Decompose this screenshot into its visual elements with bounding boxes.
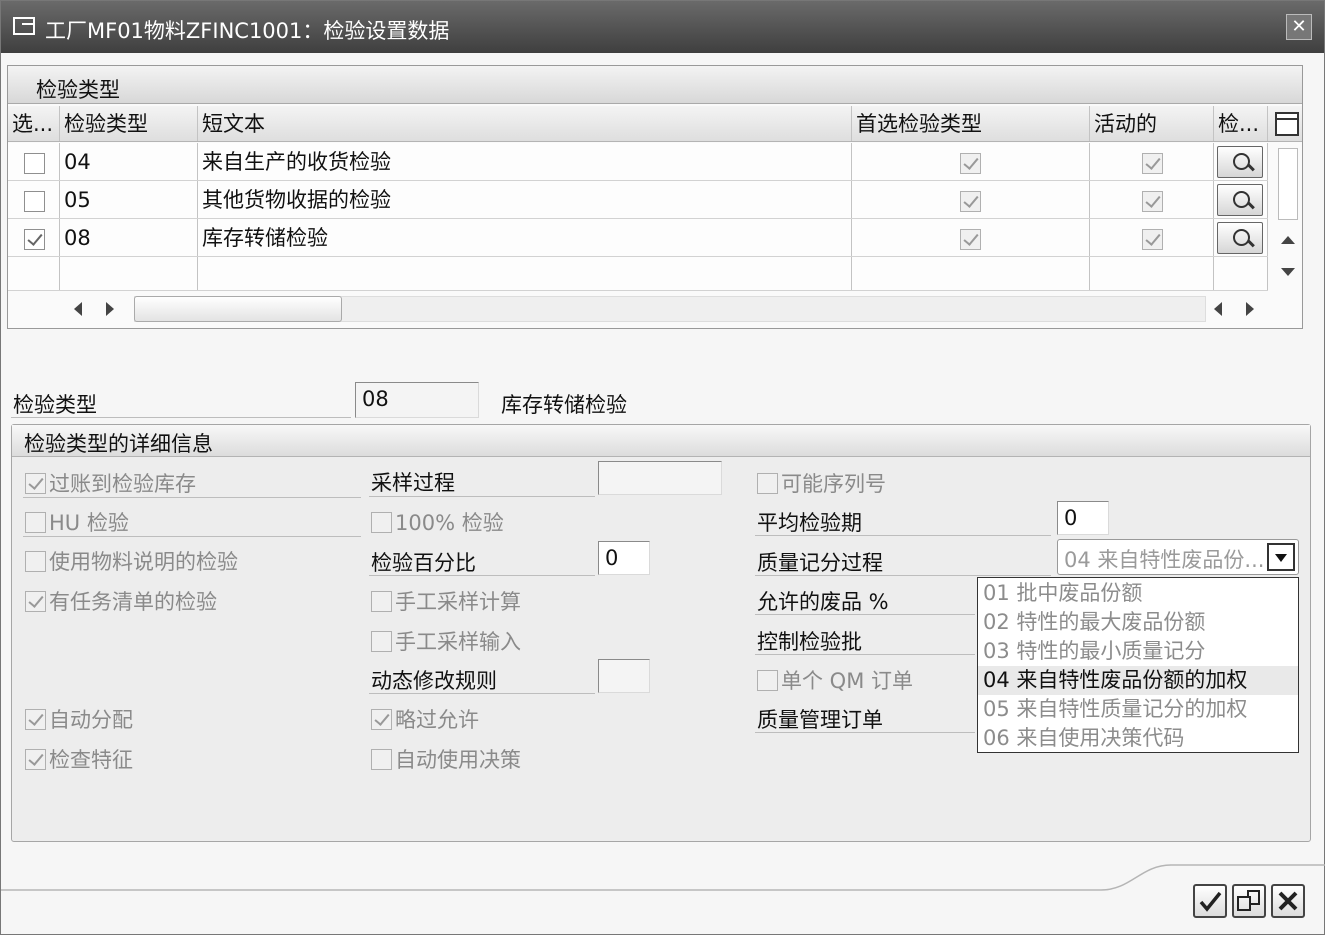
row-select-checkbox[interactable] <box>24 190 45 212</box>
row-select-checkbox[interactable] <box>24 152 45 174</box>
auto-assignment-checkbox: 自动分配 <box>25 704 133 734</box>
dropdown-option[interactable]: 02 特性的最大废品份额 <box>978 608 1298 637</box>
table-row[interactable]: 08 库存转储检验 <box>8 219 1268 257</box>
dropdown-option[interactable]: 05 来自特性质量记分的加权 <box>978 695 1298 724</box>
post-to-inspection-stock-checkbox: 过账到检验库存 <box>25 468 196 498</box>
row-active-checkbox <box>1142 152 1163 174</box>
window-icon <box>13 17 35 35</box>
selected-type-description: 库存转储检验 <box>501 393 627 417</box>
qm-order-label: 质量管理订单 <box>757 708 883 732</box>
horizontal-scroll-thumb[interactable] <box>134 296 342 322</box>
inspection-percent-label: 检验百分比 <box>371 551 476 575</box>
chevron-down-icon[interactable] <box>1267 543 1295 571</box>
row-type: 08 <box>60 219 198 256</box>
close-icon[interactable]: ✕ <box>1286 14 1312 40</box>
quality-score-dropdown[interactable]: 04 来自特性废品份... <box>1057 539 1299 575</box>
checkmark-icon <box>1199 891 1222 912</box>
task-list-inspection-checkbox: 有任务清单的检验 <box>25 586 217 616</box>
manual-sample-entry-checkbox: 手工采样输入 <box>371 626 521 656</box>
quality-score-option-list: 01 批中废品份额 02 特性的最大废品份额 03 特性的最小质量记分 04 来… <box>977 577 1299 753</box>
copy-icon <box>1237 890 1260 911</box>
full-inspection-checkbox: 100% 检验 <box>371 507 504 537</box>
single-qm-order-checkbox: 单个 QM 订单 <box>757 665 913 695</box>
dropdown-option[interactable]: 03 特性的最小质量记分 <box>978 637 1298 666</box>
allowed-scrap-label: 允许的废品 % <box>757 590 889 614</box>
selected-type-label: 检验类型 <box>13 393 97 417</box>
dynamic-rule-field[interactable] <box>598 659 650 693</box>
column-header-inspect[interactable]: 检... <box>1214 106 1268 141</box>
window-title: 工厂MF01物料ZFINC1001：检验设置数据 <box>45 19 450 43</box>
column-header-select[interactable]: 选... <box>8 106 60 141</box>
quality-score-label: 质量记分过程 <box>757 551 883 575</box>
sampling-procedure-label: 采样过程 <box>371 471 455 495</box>
row-active-checkbox <box>1142 228 1163 250</box>
scroll-down-icon[interactable] <box>1281 268 1295 276</box>
close-icon <box>1278 891 1298 911</box>
vertical-scroll-thumb[interactable] <box>1278 148 1298 220</box>
row-text: 来自生产的收货检验 <box>198 143 852 180</box>
selected-type-field[interactable]: 08 <box>355 382 479 418</box>
confirm-button[interactable] <box>1193 884 1227 918</box>
column-header-preferred[interactable]: 首选检验类型 <box>852 106 1090 141</box>
dialog-window: 工厂MF01物料ZFINC1001：检验设置数据 ✕ 检验类型 选... 检验类… <box>0 0 1325 935</box>
cancel-button[interactable] <box>1271 884 1305 918</box>
row-select-checkbox[interactable] <box>24 228 45 250</box>
row-active-checkbox <box>1142 190 1163 212</box>
manual-sample-calc-checkbox: 手工采样计算 <box>371 586 521 616</box>
horizontal-scrollbar[interactable] <box>68 294 1268 324</box>
dropdown-option[interactable]: 06 来自使用决策代码 <box>978 724 1298 753</box>
column-settings-icon[interactable] <box>1275 112 1299 136</box>
row-preferred-checkbox <box>960 228 981 250</box>
table-title-bar: 检验类型 <box>8 66 1302 104</box>
column-header-text[interactable]: 短文本 <box>198 106 852 141</box>
control-lot-label: 控制检验批 <box>757 630 862 654</box>
row-text: 库存转储检验 <box>198 219 852 256</box>
table-header: 选... 检验类型 短文本 首选检验类型 活动的 检... <box>8 106 1302 142</box>
check-characteristics-checkbox: 检查特征 <box>25 744 133 774</box>
avg-inspection-period-field[interactable]: 0 <box>1057 501 1109 535</box>
scroll-right-icon[interactable] <box>1246 302 1254 316</box>
table-title: 检验类型 <box>36 78 120 102</box>
scroll-left-icon[interactable] <box>74 302 82 316</box>
scroll-up-icon[interactable] <box>1281 236 1295 244</box>
vertical-scrollbar[interactable] <box>1275 146 1301 291</box>
table-row-empty <box>8 257 1268 291</box>
magnifier-icon[interactable] <box>1217 184 1263 216</box>
scroll-left-icon[interactable] <box>1214 302 1222 316</box>
row-preferred-checkbox <box>960 190 981 212</box>
copy-button[interactable] <box>1232 884 1266 918</box>
inspection-percent-field[interactable]: 0 <box>598 541 650 575</box>
table-row[interactable]: 05 其他货物收据的检验 <box>8 181 1268 219</box>
magnifier-icon[interactable] <box>1217 222 1263 254</box>
details-group-title: 检验类型的详细信息 <box>24 432 213 456</box>
quality-score-dropdown-value: 04 来自特性废品份... <box>1064 548 1264 572</box>
table-row[interactable]: 04 来自生产的收货检验 <box>8 143 1268 181</box>
details-group-title-bar: 检验类型的详细信息 <box>12 425 1310 457</box>
row-type: 04 <box>60 143 198 180</box>
dynamic-rule-label: 动态修改规则 <box>371 669 497 693</box>
skips-allowed-checkbox: 略过允许 <box>371 704 479 734</box>
column-header-active[interactable]: 活动的 <box>1090 106 1214 141</box>
hu-inspection-checkbox: HU 检验 <box>25 507 129 537</box>
material-spec-inspection-checkbox: 使用物料说明的检验 <box>25 546 238 576</box>
auto-usage-decision-checkbox: 自动使用决策 <box>371 744 521 774</box>
avg-inspection-period-label: 平均检验期 <box>757 511 862 535</box>
row-type: 05 <box>60 181 198 218</box>
column-header-type[interactable]: 检验类型 <box>60 106 198 141</box>
dropdown-option-selected[interactable]: 04 来自特性废品份额的加权 <box>978 666 1298 695</box>
scroll-right-icon[interactable] <box>106 302 114 316</box>
inspection-type-table: 检验类型 选... 检验类型 短文本 首选检验类型 活动的 检... 04 来自… <box>7 65 1303 329</box>
footer-divider <box>1 864 1325 891</box>
sampling-procedure-field[interactable] <box>598 461 722 495</box>
serial-numbers-checkbox: 可能序列号 <box>757 468 886 498</box>
row-preferred-checkbox <box>960 152 981 174</box>
magnifier-icon[interactable] <box>1217 146 1263 178</box>
row-text: 其他货物收据的检验 <box>198 181 852 218</box>
dropdown-option[interactable]: 01 批中废品份额 <box>978 579 1298 608</box>
title-bar: 工厂MF01物料ZFINC1001：检验设置数据 ✕ <box>1 1 1324 53</box>
